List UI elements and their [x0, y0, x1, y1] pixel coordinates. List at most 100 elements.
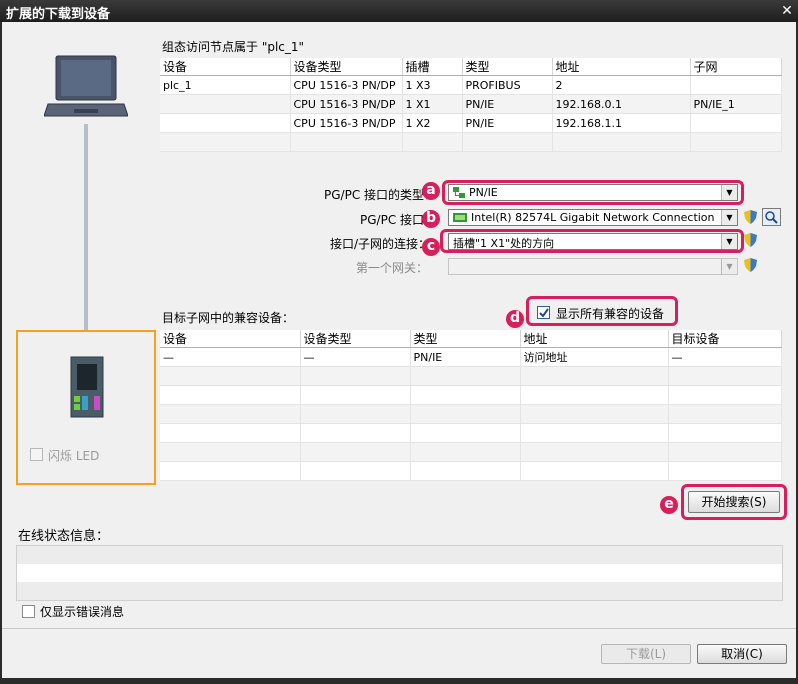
table-cell: [668, 461, 782, 481]
interface-type-label: PG/PC 接口的类型：: [324, 188, 437, 202]
dialog-body: 闪烁 LED 组态访问节点属于 "plc_1" 设备 设备类型 插槽 类型 地址…: [2, 22, 796, 678]
interface-select[interactable]: Intel(R) 82574L Gigabit Network Connecti…: [448, 209, 738, 226]
column-header[interactable]: 设备类型: [290, 58, 403, 76]
table-cell: [160, 404, 301, 424]
table-row[interactable]: [160, 423, 782, 443]
table-row[interactable]: [160, 366, 782, 386]
chevron-down-icon[interactable]: ▼: [721, 259, 737, 274]
gateway-label: 第一个网关：: [356, 261, 429, 275]
annotation-badge-a: a: [422, 182, 440, 200]
table-row[interactable]: [160, 404, 782, 424]
show-all-checkbox[interactable]: [537, 306, 550, 319]
table-cell: [300, 385, 411, 405]
table-cell: —: [300, 347, 411, 367]
table-cell: [520, 385, 669, 405]
chevron-down-icon[interactable]: ▼: [721, 185, 737, 200]
checkmark-icon: [539, 308, 549, 318]
shield-icon: [744, 258, 757, 272]
table-cell: [520, 461, 669, 481]
table-cell: [520, 404, 669, 424]
window-bottom-edge: [0, 678, 798, 684]
close-icon[interactable]: ✕: [778, 2, 796, 20]
column-header[interactable]: 类型: [410, 330, 521, 348]
table-cell: [402, 132, 463, 152]
plc-device-icon: [70, 356, 104, 418]
table-cell: CPU 1516-3 PN/DP: [290, 75, 403, 95]
table-cell: PN/IE_1: [690, 94, 782, 114]
table-cell: [520, 442, 669, 462]
table-cell: [160, 423, 301, 443]
config-heading: 组态访问节点属于 "plc_1": [162, 40, 305, 54]
table-cell: 2: [552, 75, 691, 95]
flash-led-checkbox[interactable]: [30, 448, 43, 461]
status-log[interactable]: [16, 545, 783, 601]
target-heading: 目标子网中的兼容设备：: [162, 311, 295, 325]
annotation-badge-c: c: [422, 238, 440, 256]
table-cell: [300, 423, 411, 443]
table-row[interactable]: plc_1 CPU 1516-3 PN/DP 1 X3 PROFIBUS 2: [160, 75, 782, 95]
subnet-connection-label: 接口/子网的连接：: [330, 237, 431, 251]
table-cell: PROFIBUS: [462, 75, 553, 95]
target-device-frame: 闪烁 LED: [16, 330, 156, 485]
chevron-down-icon[interactable]: ▼: [721, 234, 737, 249]
table-cell: [668, 404, 782, 424]
cancel-button[interactable]: 取消(C): [697, 644, 787, 664]
column-header[interactable]: 类型: [462, 58, 553, 76]
start-search-button[interactable]: 开始搜索(S): [688, 491, 780, 513]
table-cell: —: [160, 347, 301, 367]
subnet-connection-select[interactable]: 插槽"1 X1"处的方向 ▼: [448, 233, 738, 250]
table-cell: [520, 423, 669, 443]
table-cell: [160, 132, 291, 152]
table-cell: [462, 132, 553, 152]
table-cell: [520, 366, 669, 386]
table-cell: CPU 1516-3 PN/DP: [290, 113, 403, 133]
table-cell: 1 X2: [402, 113, 463, 133]
table-cell: 1 X3: [402, 75, 463, 95]
table-row[interactable]: [160, 442, 782, 462]
column-header[interactable]: 地址: [520, 330, 669, 348]
column-header[interactable]: 设备: [160, 58, 291, 76]
interface-type-value: PN/IE: [469, 186, 498, 199]
table-row[interactable]: [160, 132, 782, 152]
column-header[interactable]: 地址: [552, 58, 691, 76]
connection-line: [84, 124, 88, 346]
table-cell: [690, 75, 782, 95]
table-cell: [300, 442, 411, 462]
table-cell: [410, 366, 521, 386]
window-title: 扩展的下载到设备: [6, 7, 111, 22]
table-row[interactable]: — — PN/IE 访问地址 —: [160, 347, 782, 367]
table-cell: [668, 442, 782, 462]
column-header[interactable]: 设备类型: [300, 330, 411, 348]
chevron-down-icon[interactable]: ▼: [721, 210, 737, 225]
table-cell: [300, 404, 411, 424]
show-all-label[interactable]: 显示所有兼容的设备: [556, 305, 664, 322]
table-cell: [290, 132, 403, 152]
table-cell: [160, 385, 301, 405]
table-cell: [160, 94, 291, 114]
gateway-select[interactable]: ▼: [448, 258, 738, 275]
error-only-checkbox[interactable]: [22, 605, 35, 618]
log-row: [17, 582, 782, 600]
table-row[interactable]: CPU 1516-3 PN/DP 1 X1 PN/IE 192.168.0.1 …: [160, 94, 782, 114]
table-cell: [160, 113, 291, 133]
table-row[interactable]: [160, 461, 782, 481]
annotation-badge-d: d: [506, 310, 524, 328]
column-header[interactable]: 插槽: [402, 58, 463, 76]
column-header[interactable]: 设备: [160, 330, 301, 348]
table-cell: [410, 461, 521, 481]
status-heading: 在线状态信息：: [18, 529, 110, 544]
interface-type-select[interactable]: PN/IE ▼: [448, 184, 738, 201]
error-only-label[interactable]: 仅显示错误消息: [40, 603, 124, 620]
table-row[interactable]: [160, 385, 782, 405]
table-cell: 访问地址: [520, 347, 669, 367]
column-header[interactable]: 子网: [690, 58, 782, 76]
table-cell: PN/IE: [462, 94, 553, 114]
table-row[interactable]: CPU 1516-3 PN/DP 1 X2 PN/IE 192.168.1.1: [160, 113, 782, 133]
table-cell: plc_1: [160, 75, 291, 95]
properties-button[interactable]: [762, 208, 781, 226]
download-button[interactable]: 下载(L): [601, 644, 691, 664]
column-header[interactable]: 目标设备: [668, 330, 782, 348]
network-card-icon: [453, 213, 467, 222]
table-cell: [300, 461, 411, 481]
table-cell: 1 X1: [402, 94, 463, 114]
